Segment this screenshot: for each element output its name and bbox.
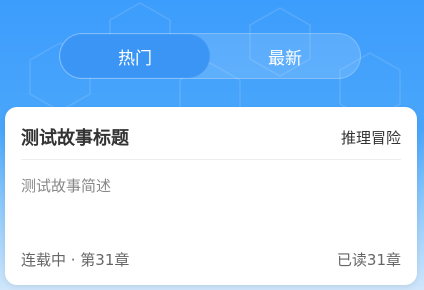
category-tab-bar: 热门 最新 bbox=[59, 33, 361, 79]
card-divider bbox=[21, 159, 401, 160]
read-progress: 已读31章 bbox=[336, 251, 401, 269]
story-category: 推理冒险 bbox=[340, 129, 401, 147]
story-status: 连载中 · 第31章 bbox=[21, 251, 130, 269]
story-card[interactable]: 测试故事标题 推理冒险 测试故事简述 连载中 · 第31章 已读31章 bbox=[5, 107, 417, 285]
tab-hot[interactable]: 热门 bbox=[60, 34, 210, 78]
story-title: 测试故事标题 bbox=[21, 128, 129, 149]
story-description: 测试故事简述 bbox=[21, 177, 112, 195]
tab-latest[interactable]: 最新 bbox=[210, 34, 360, 78]
